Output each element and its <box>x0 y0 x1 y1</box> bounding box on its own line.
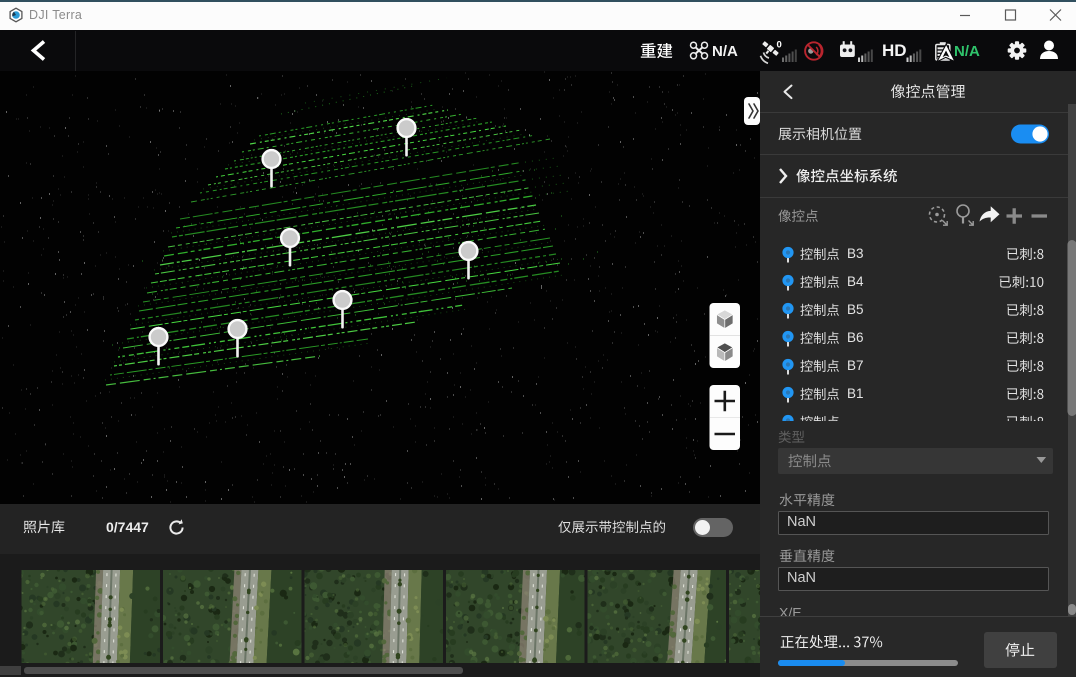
svg-text:0: 0 <box>777 40 782 51</box>
